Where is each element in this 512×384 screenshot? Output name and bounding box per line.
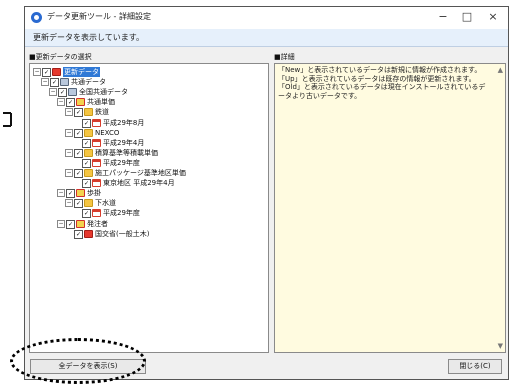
tree-item-label: 全国共通データ bbox=[79, 88, 128, 97]
tree-checkbox[interactable]: ✓ bbox=[74, 108, 83, 118]
tree-checkbox[interactable]: ✓ bbox=[66, 219, 75, 229]
data-tree-panel: − ✓ 更新データ − ✓ 共通データ − ✓ 全国共通データ − ✓ 共通単価 − ✓ 鉄道 ✓ 平成29年8… bbox=[29, 63, 269, 353]
collapse-toggle-icon[interactable]: − bbox=[49, 88, 57, 97]
annotation-bracket-mark bbox=[3, 112, 12, 127]
tree-item-label: 鉄道 bbox=[95, 108, 109, 117]
red-folder-icon bbox=[76, 219, 85, 228]
tree-checkbox[interactable]: ✓ bbox=[66, 189, 75, 199]
maximize-button[interactable]: □ bbox=[456, 9, 478, 25]
folder-icon bbox=[84, 169, 93, 177]
status-bar: 更新データを表示しています。 bbox=[25, 29, 508, 47]
tree-checkbox[interactable]: ✓ bbox=[82, 138, 91, 148]
tree-item-label: 施工パッケージ基準地区単価 bbox=[95, 169, 186, 177]
collapse-toggle-icon[interactable]: − bbox=[33, 68, 41, 76]
tree-checkbox[interactable]: ✓ bbox=[82, 118, 91, 128]
tree-checkbox[interactable]: ✓ bbox=[74, 169, 83, 178]
tree-item-label: 平成29年度 bbox=[103, 158, 140, 167]
tree-item-label: 平成29年4月 bbox=[103, 138, 145, 147]
tree-item-label: 平成29年度 bbox=[103, 209, 140, 218]
tree-checkbox[interactable]: ✓ bbox=[74, 148, 83, 158]
tree-checkbox[interactable]: ✓ bbox=[58, 88, 67, 98]
detail-text: 「New」と表示されているデータは新規に情報が作成されます。 「Up」と表示され… bbox=[278, 66, 486, 100]
tree-item-label: 更新データ bbox=[63, 67, 100, 77]
calendar-icon bbox=[92, 158, 101, 167]
tree-checkbox[interactable]: ✓ bbox=[74, 128, 83, 138]
tree-item-label: 東京地区 平成29年4月 bbox=[103, 179, 175, 188]
collapse-toggle-icon[interactable]: − bbox=[57, 219, 65, 228]
tree-checkbox[interactable]: ✓ bbox=[42, 68, 51, 77]
calendar-icon bbox=[92, 138, 101, 147]
tree-item-label: 発注者 bbox=[87, 219, 108, 228]
collapse-toggle-icon[interactable]: − bbox=[65, 108, 73, 117]
app-icon bbox=[31, 12, 42, 23]
tree-checkbox[interactable]: ✓ bbox=[82, 209, 91, 219]
red-document-icon bbox=[84, 229, 93, 238]
collapse-toggle-icon[interactable]: − bbox=[57, 98, 65, 107]
tree-item-label: 共通単価 bbox=[87, 98, 115, 107]
collapse-toggle-icon[interactable]: − bbox=[41, 78, 49, 87]
title-bar: データ更新ツール - 詳細設定 − □ × bbox=[25, 7, 508, 29]
detail-panel: 「New」と表示されているデータは新規に情報が作成されます。 「Up」と表示され… bbox=[274, 63, 506, 353]
red-calendar-icon bbox=[92, 209, 101, 218]
close-window-button[interactable]: × bbox=[482, 9, 504, 25]
tree-item-label: 平成29年8月 bbox=[103, 118, 145, 127]
tree-checkbox[interactable]: ✓ bbox=[82, 179, 91, 189]
collapse-toggle-icon[interactable]: − bbox=[65, 128, 73, 137]
database-icon bbox=[68, 88, 77, 97]
tree-item-label: 共通データ bbox=[71, 78, 106, 87]
tree-checkbox[interactable]: ✓ bbox=[82, 158, 91, 168]
tree-item-label: 国交省(一般土木) bbox=[95, 229, 150, 238]
calendar-icon bbox=[92, 179, 101, 188]
folder-icon bbox=[84, 199, 93, 208]
collapse-toggle-icon[interactable]: − bbox=[65, 169, 73, 177]
calendar-icon bbox=[92, 118, 101, 127]
tree-checkbox[interactable]: ✓ bbox=[66, 98, 75, 108]
collapse-toggle-icon[interactable]: − bbox=[57, 189, 65, 198]
minimize-button[interactable]: − bbox=[432, 9, 454, 25]
tree-item-label: 積算基準等積載単価 bbox=[95, 148, 158, 157]
tree-checkbox[interactable]: ✓ bbox=[74, 199, 83, 209]
folder-icon bbox=[84, 128, 93, 137]
tree-checkbox[interactable]: ✓ bbox=[74, 229, 83, 239]
tree-item-label: 下水道 bbox=[95, 199, 116, 208]
dialog-window: データ更新ツール - 詳細設定 − □ × 更新データを表示しています。 ■更新… bbox=[24, 6, 509, 380]
folder-icon bbox=[84, 148, 93, 157]
tree-item-label: 歩掛 bbox=[87, 189, 101, 198]
scroll-down-icon[interactable]: ▼ bbox=[498, 342, 503, 350]
collapse-toggle-icon[interactable]: − bbox=[65, 199, 73, 208]
red-document-icon bbox=[52, 68, 61, 76]
annotation-dotted-circle bbox=[10, 338, 146, 384]
document-icon bbox=[60, 78, 69, 87]
right-panel-header: ■詳細 bbox=[274, 53, 295, 61]
red-folder-icon bbox=[76, 189, 85, 198]
scroll-up-icon[interactable]: ▲ bbox=[498, 66, 503, 74]
left-panel-header: ■更新データの選択 bbox=[29, 53, 92, 61]
status-text: 更新データを表示しています。 bbox=[33, 33, 144, 42]
collapse-toggle-icon[interactable]: − bbox=[65, 148, 73, 157]
close-button[interactable]: 閉じる(C) bbox=[448, 359, 502, 374]
window-title: データ更新ツール - 詳細設定 bbox=[47, 12, 151, 21]
tree-checkbox[interactable]: ✓ bbox=[50, 78, 59, 88]
folder-icon bbox=[84, 108, 93, 117]
tree-item-label: NEXCO bbox=[95, 128, 120, 137]
red-folder-icon bbox=[76, 98, 85, 107]
